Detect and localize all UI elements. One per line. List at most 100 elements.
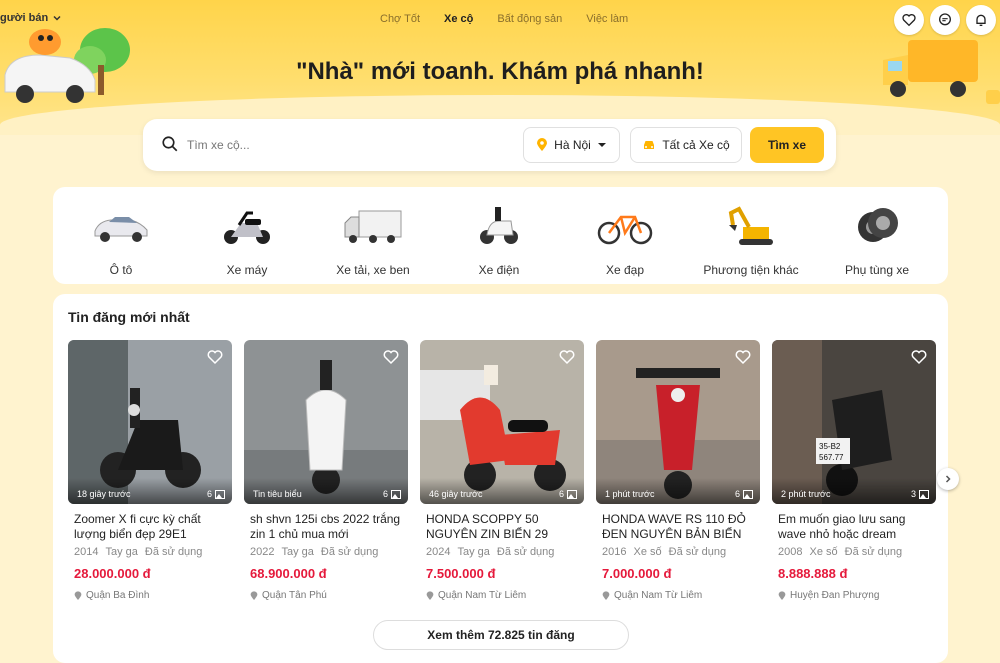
location-pin-icon: [778, 590, 786, 600]
listing-location: Huyện Đan Phượng: [772, 590, 936, 601]
photo-count-value: 3: [910, 489, 916, 499]
category-label: Xe tải, xe ben: [336, 263, 410, 277]
heart-icon[interactable]: [558, 348, 576, 366]
category-xe-may[interactable]: Xe máy: [184, 187, 310, 284]
nav-xe-co[interactable]: Xe cộ: [444, 13, 473, 25]
listing-card[interactable]: 18 giây trước 6 Zoomer X fi cực kỳ chất …: [68, 340, 232, 601]
search-input[interactable]: [187, 133, 487, 157]
listing-card[interactable]: 1 phút trước 6 HONDA WAVE RS 110 ĐỎ ĐEN …: [596, 340, 760, 601]
listing-meta: 2008 Xe số Đã sử dụng: [772, 546, 936, 558]
chat-button[interactable]: [930, 5, 960, 35]
post-time: Tin tiêu biểu: [253, 489, 302, 499]
heart-icon[interactable]: [206, 348, 224, 366]
listing-photo[interactable]: 1 phút trước 6: [596, 340, 760, 504]
image-icon: [215, 489, 225, 499]
nav-viec-lam[interactable]: Việc làm: [586, 13, 628, 25]
hero-banner: gười bán Chợ Tốt Xe cộ Bất động sản Việc…: [0, 0, 1000, 135]
carousel-next-button[interactable]: [937, 468, 959, 490]
chat-icon: [939, 13, 951, 26]
tires-icon: [858, 208, 898, 242]
post-time: 46 giây trước: [429, 489, 483, 499]
bell-icon: [976, 14, 986, 26]
listing-location: Quận Ba Đình: [68, 590, 232, 601]
listing-photo[interactable]: 46 giây trước 6: [420, 340, 584, 504]
listing-year: 2022: [250, 546, 275, 558]
photo-count-value: 6: [382, 489, 388, 499]
heart-icon[interactable]: [382, 348, 400, 366]
location-pin-icon: [426, 590, 434, 600]
account-menu[interactable]: gười bán: [0, 12, 62, 24]
nav-cho-tot[interactable]: Chợ Tốt: [380, 13, 420, 25]
category-phu-tung[interactable]: Phụ tùng xe: [814, 187, 940, 284]
svg-text:567.77: 567.77: [819, 453, 844, 462]
category-xe-tai[interactable]: Xe tải, xe ben: [310, 187, 436, 284]
category-strip: Ô tô Xe máy Xe tải, xe ben Xe điện Xe đạ…: [53, 187, 948, 284]
heart-icon[interactable]: [734, 348, 752, 366]
category-label: Xe máy: [226, 263, 268, 277]
post-time: 18 giây trước: [77, 489, 131, 499]
listing-location-text: Quận Nam Từ Liêm: [438, 590, 527, 601]
caret-down-icon: [597, 143, 606, 147]
category-xe-dap[interactable]: Xe đạp: [562, 187, 688, 284]
nav-bat-dong-san[interactable]: Bất động sản: [497, 13, 562, 25]
listing-price: 8.888.888 đ: [778, 566, 848, 581]
listing-photo[interactable]: Tin tiêu biểu 6: [244, 340, 408, 504]
listing-year: 2014: [74, 546, 99, 558]
bicycle-icon: [597, 215, 653, 245]
photo-count-value: 6: [558, 489, 564, 499]
listing-price: 28.000.000 đ: [74, 566, 151, 581]
photo-count: 6: [383, 489, 401, 499]
listing-card[interactable]: 46 giây trước 6 HONDA SCOPPY 50 NGUYÊN Z…: [420, 340, 584, 601]
svg-text:35-B2: 35-B2: [819, 442, 841, 451]
category-xe-dien[interactable]: Xe điện: [436, 187, 562, 284]
listing-price: 68.900.000 đ: [250, 566, 327, 581]
favorites-button[interactable]: [894, 5, 924, 35]
notifications-button[interactable]: [966, 5, 996, 35]
motorbike-icon: [224, 211, 270, 244]
listing-condition: Đã sử dụng: [496, 546, 555, 558]
listing-location-text: Quận Ba Đình: [86, 590, 150, 601]
listing-price: 7.500.000 đ: [426, 566, 496, 581]
listing-location: Quận Tân Phú: [244, 590, 408, 601]
listing-year: 2024: [426, 546, 451, 558]
image-icon: [743, 489, 753, 499]
category-select[interactable]: Tất cả Xe cộ: [630, 127, 742, 163]
heart-icon[interactable]: [910, 348, 928, 366]
car-small-icon: [644, 141, 655, 149]
listing-title[interactable]: sh shvn 125i cbs 2022 trắng zin 1 chủ mu…: [244, 512, 408, 542]
listing-type: Tay ga: [281, 546, 314, 558]
listing-card[interactable]: Tin tiêu biểu 6 sh shvn 125i cbs 2022 tr…: [244, 340, 408, 601]
image-icon: [567, 489, 577, 499]
category-label: Phương tiện khác: [703, 263, 799, 277]
category-label: Xe điện: [478, 263, 520, 277]
listing-card[interactable]: 35-B2 567.77 2 phút trước 3 Em muốn giao …: [772, 340, 936, 601]
search-button[interactable]: Tìm xe: [750, 127, 824, 163]
location-pin-icon: [74, 590, 82, 600]
category-phuong-tien-khac[interactable]: Phương tiện khác: [688, 187, 814, 284]
photo-count: 6: [559, 489, 577, 499]
listing-type: Xe số: [809, 546, 838, 558]
photo-count-value: 6: [206, 489, 212, 499]
listing-year: 2016: [602, 546, 627, 558]
category-label: Tất cả Xe cộ: [662, 138, 730, 152]
listing-title[interactable]: Zoomer X fi cực kỳ chất lượng biển đẹp 2…: [68, 512, 232, 542]
listing-title[interactable]: Em muốn giao lưu sang wave nhỏ hoặc drea…: [772, 512, 936, 542]
listing-location-text: Huyện Đan Phượng: [790, 590, 880, 601]
listing-meta: 2024 Tay ga Đã sử dụng: [420, 546, 584, 558]
category-oto[interactable]: Ô tô: [58, 187, 184, 284]
listing-photo[interactable]: 35-B2 567.77 2 phút trước 3: [772, 340, 936, 504]
listing-type: Xe số: [633, 546, 662, 558]
search-icon: [162, 136, 178, 152]
location-select[interactable]: Hà Nội: [523, 127, 620, 163]
listing-title[interactable]: HONDA WAVE RS 110 ĐỎ ĐEN NGUYÊN BẢN BIỂN…: [596, 512, 760, 542]
location-pin-icon: [602, 590, 610, 600]
listing-type: Tay ga: [105, 546, 138, 558]
search-bar: Hà Nội Tất cả Xe cộ Tìm xe: [143, 119, 836, 171]
listing-title[interactable]: HONDA SCOPPY 50 NGUYÊN ZIN BIỂN 29: [420, 512, 584, 542]
account-label: gười bán: [0, 12, 49, 24]
listing-location: Quận Nam Từ Liêm: [596, 590, 760, 601]
chevron-down-icon: [53, 15, 61, 21]
listing-meta: 2016 Xe số Đã sử dụng: [596, 546, 760, 558]
see-more-button[interactable]: Xem thêm 72.825 tin đăng: [373, 620, 629, 650]
listing-photo[interactable]: 18 giây trước 6: [68, 340, 232, 504]
